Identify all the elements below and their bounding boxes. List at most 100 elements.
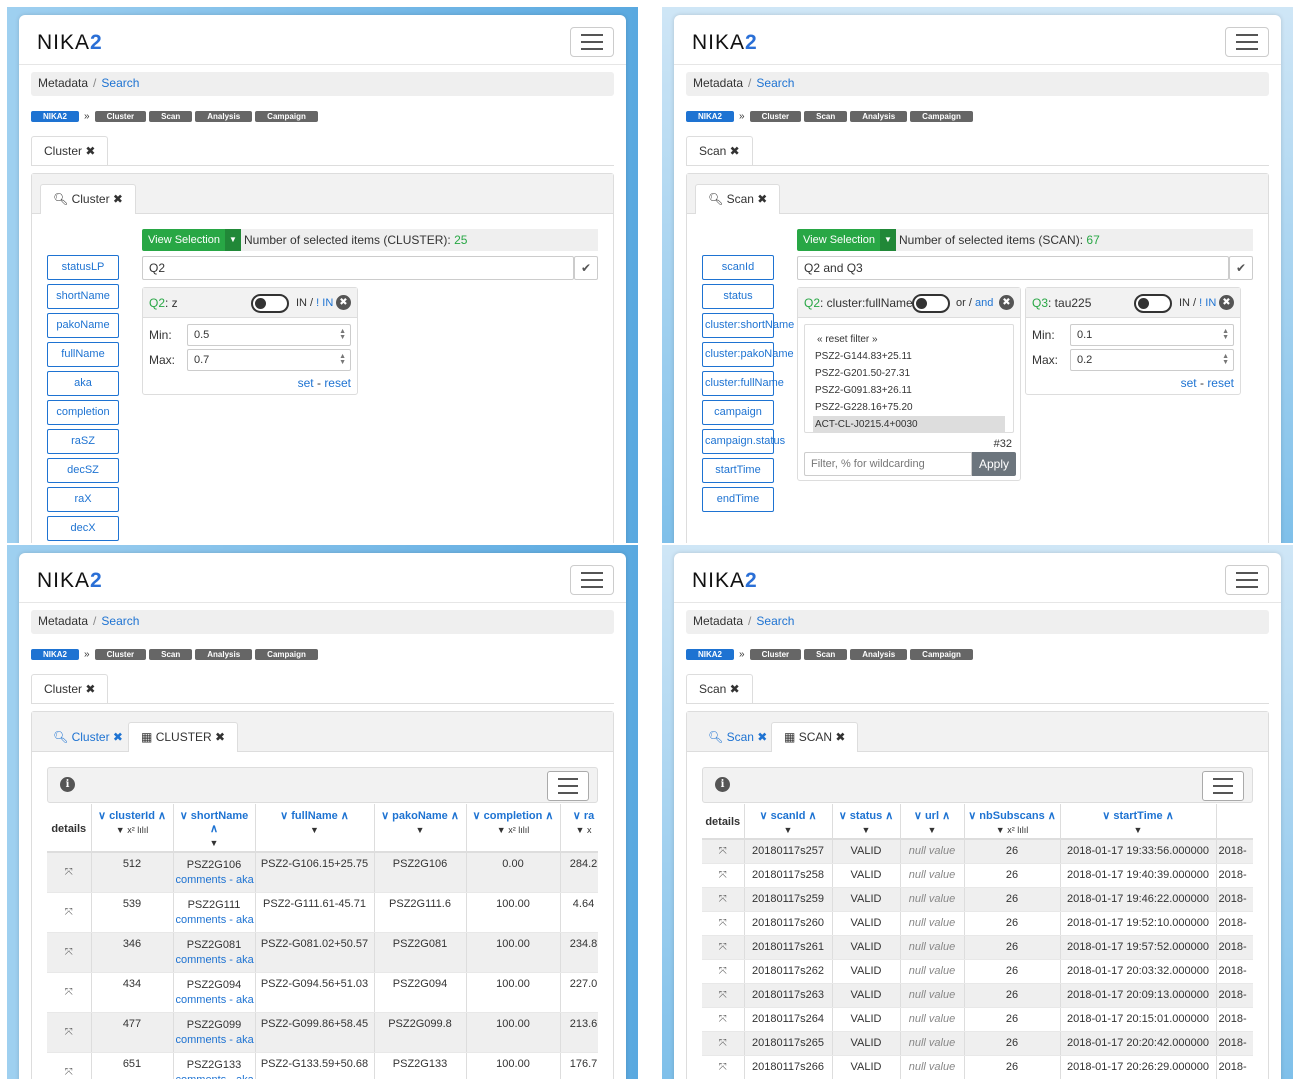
field-button[interactable]: decSZ	[47, 458, 119, 483]
field-button[interactable]: startTime	[702, 458, 774, 483]
column-header[interactable]: details	[702, 804, 745, 840]
filter-input[interactable]: Filter, % for wildcarding	[804, 452, 972, 476]
hamburger-menu-icon[interactable]	[1225, 565, 1269, 595]
expand-icon[interactable]: ⤧	[47, 1052, 92, 1079]
column-header[interactable]: ∨ fullName ∧ ▼	[255, 804, 375, 853]
expand-icon[interactable]: ⤧	[702, 1031, 745, 1056]
breadcrumb-search[interactable]: Search	[101, 614, 139, 628]
tab-cluster-search[interactable]: 🔍︎ Cluster ✖	[40, 722, 136, 752]
breadcrumb-search[interactable]: Search	[756, 614, 794, 628]
tab-scan-outer[interactable]: Scan ✖	[686, 674, 753, 704]
remove-filter-icon[interactable]: ✖	[1219, 295, 1234, 310]
field-button[interactable]: campaign.status	[702, 429, 785, 454]
expand-icon[interactable]: ⤧	[702, 887, 745, 912]
field-button[interactable]: completion	[47, 400, 119, 425]
field-button[interactable]: cluster:shortName	[702, 313, 794, 338]
max-input[interactable]: 0.2 ▲ ▼	[1070, 349, 1234, 371]
tab-scan-search[interactable]: 🔍︎ Scan ✖	[695, 722, 780, 752]
nav-cluster[interactable]: Cluster	[749, 110, 802, 122]
hamburger-menu-icon[interactable]	[570, 27, 614, 57]
table-row[interactable]: ⤧ 20180117s265 VALID null value 26 2018-01-17…	[702, 1031, 1253, 1056]
check-icon[interactable]: ✔	[1229, 256, 1253, 280]
max-input[interactable]: 0.7 ▲ ▼	[187, 349, 351, 371]
table-row[interactable]: ⤧ 20180117s264 VALID null value 26 2018-01-17…	[702, 1007, 1253, 1032]
tab-cluster-search[interactable]: 🔍︎ Cluster ✖	[40, 184, 136, 214]
table-row[interactable]: ⤧ 512 PSZ2G106 comments - aka PSZ2-G106.15+2…	[47, 852, 598, 893]
set-link[interactable]: set	[298, 376, 314, 390]
expand-icon[interactable]: ⤧	[702, 959, 745, 984]
expand-icon[interactable]: ⤧	[47, 972, 92, 1013]
nav-scan[interactable]: Scan	[149, 648, 193, 660]
value-option[interactable]: PSZ2-G201.50-27.31	[815, 365, 1003, 382]
field-button[interactable]: raX	[47, 487, 119, 512]
expand-icon[interactable]: ⤧	[702, 935, 745, 960]
table-row[interactable]: ⤧ 20180117s261 VALID null value 26 2018-01-17…	[702, 935, 1253, 960]
column-header[interactable]	[1216, 804, 1253, 840]
comments-link[interactable]: comments	[176, 954, 227, 966]
nav-analysis[interactable]: Analysis	[195, 110, 253, 122]
table-row[interactable]: ⤧ 346 PSZ2G081 comments - aka PSZ2-G081.02+5…	[47, 932, 598, 973]
expand-icon[interactable]: ⤧	[702, 1055, 745, 1079]
column-header[interactable]: ∨ clusterId ∧ ▼ x² lılıl	[91, 804, 174, 853]
table-row[interactable]: ⤧ 20180117s259 VALID null value 26 2018-01-17…	[702, 887, 1253, 912]
aka-link[interactable]: aka	[236, 994, 254, 1006]
field-button[interactable]: scanId	[702, 255, 774, 280]
view-selection-button[interactable]: View Selection	[142, 229, 226, 251]
nika2-logo[interactable]: NIKA2	[692, 31, 758, 55]
column-header[interactable]: ∨ scanId ∧ ▼	[744, 804, 833, 840]
nav-scan[interactable]: Scan	[804, 648, 848, 660]
nav-cluster[interactable]: Cluster	[94, 110, 147, 122]
comments-link[interactable]: comments	[176, 994, 227, 1006]
nav-analysis[interactable]: Analysis	[850, 648, 908, 660]
nav-nika2[interactable]: NIKA2	[31, 648, 80, 660]
value-option[interactable]: ACT-CL-J0215.4+0030	[813, 416, 1005, 433]
comments-link[interactable]: comments	[176, 874, 227, 886]
view-selection-dropdown-icon[interactable]: ▼	[225, 229, 241, 251]
column-header[interactable]: ∨ pakoName ∧ ▼	[374, 804, 467, 853]
in-toggle[interactable]	[1134, 294, 1172, 313]
nav-campaign[interactable]: Campaign	[910, 648, 973, 660]
nika2-logo[interactable]: NIKA2	[692, 569, 758, 593]
tab-scan-table[interactable]: ▦ SCAN ✖	[771, 722, 859, 752]
column-header[interactable]: details	[47, 804, 92, 853]
column-header[interactable]: ∨ status ∧ ▼	[832, 804, 901, 840]
comments-link[interactable]: comments	[176, 1074, 227, 1079]
value-option[interactable]: « reset filter »	[815, 331, 1003, 348]
field-button[interactable]: status	[702, 284, 774, 309]
nav-campaign[interactable]: Campaign	[255, 648, 318, 660]
table-row[interactable]: ⤧ 20180117s263 VALID null value 26 2018-01-17…	[702, 983, 1253, 1008]
expand-icon[interactable]: ⤧	[702, 839, 745, 864]
info-icon[interactable]: i	[715, 777, 730, 792]
nav-analysis[interactable]: Analysis	[850, 110, 908, 122]
expand-icon[interactable]: ⤧	[47, 1012, 92, 1053]
view-selection-dropdown-icon[interactable]: ▼	[880, 229, 896, 251]
nav-nika2[interactable]: NIKA2	[686, 648, 735, 660]
in-toggle[interactable]	[251, 294, 289, 313]
expand-icon[interactable]: ⤧	[702, 863, 745, 888]
column-menu-icon[interactable]	[547, 771, 589, 801]
table-row[interactable]: ⤧ 20180117s262 VALID null value 26 2018-01-17…	[702, 959, 1253, 984]
value-list[interactable]: « reset filter » PSZ2-G144.83+25.11 PSZ2-G…	[804, 324, 1014, 433]
nika2-logo[interactable]: NIKA2	[37, 31, 103, 55]
aka-link[interactable]: aka	[236, 914, 254, 926]
comments-link[interactable]: comments	[176, 914, 227, 926]
column-menu-icon[interactable]	[1202, 771, 1244, 801]
tab-scan-outer[interactable]: Scan ✖	[686, 136, 753, 166]
aka-link[interactable]: aka	[236, 1034, 254, 1046]
tab-cluster-table[interactable]: ▦ CLUSTER ✖	[128, 722, 239, 752]
nav-scan[interactable]: Scan	[804, 110, 848, 122]
table-row[interactable]: ⤧ 20180117s260 VALID null value 26 2018-01-17…	[702, 911, 1253, 936]
value-option[interactable]: PSZ2-G228.16+75.20	[815, 399, 1003, 416]
column-header[interactable]: ∨ shortName ∧ ▼	[173, 804, 256, 853]
table-row[interactable]: ⤧ 539 PSZ2G111 comments - aka PSZ2-G111.61-4…	[47, 892, 598, 933]
field-button[interactable]: cluster:fullName	[702, 371, 784, 396]
comments-link[interactable]: comments	[176, 1034, 227, 1046]
nav-cluster[interactable]: Cluster	[749, 648, 802, 660]
nav-nika2[interactable]: NIKA2	[686, 110, 735, 122]
reset-link[interactable]: reset	[324, 376, 351, 390]
field-button[interactable]: pakoName	[47, 313, 119, 338]
table-row[interactable]: ⤧ 20180117s266 VALID null value 26 2018-01-17…	[702, 1055, 1253, 1079]
field-button[interactable]: shortName	[47, 284, 119, 309]
tab-cluster-outer[interactable]: Cluster ✖	[31, 674, 109, 704]
expand-icon[interactable]: ⤧	[47, 932, 92, 973]
